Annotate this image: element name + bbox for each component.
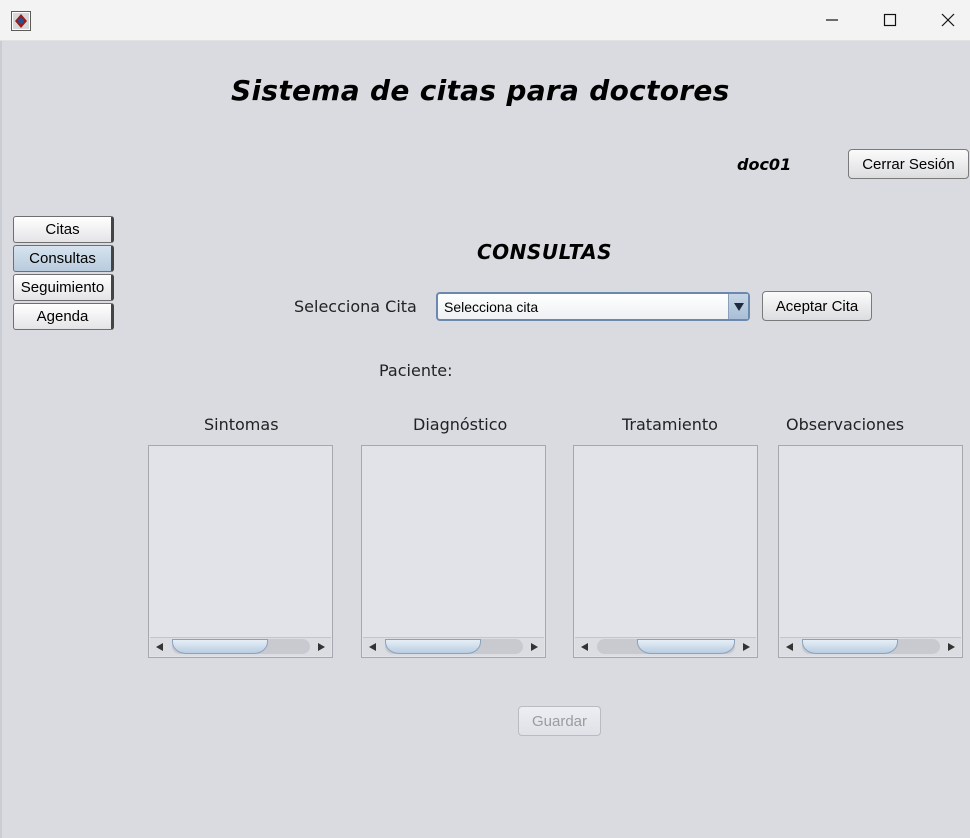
save-button[interactable]: Guardar [518,706,601,736]
observations-textarea[interactable] [778,445,963,658]
appointment-select-value: Selecciona cita [444,299,539,315]
sidebar-item-consultas[interactable]: Consultas [13,245,114,272]
diagnosis-horizontal-scrollbar[interactable] [363,637,544,656]
symptoms-label: Sintomas [204,415,279,434]
scrollbar-thumb[interactable] [637,639,735,654]
section-title: CONSULTAS [477,240,612,264]
symptoms-textarea[interactable] [148,445,333,658]
scroll-left-icon[interactable] [364,639,382,655]
close-button[interactable] [919,0,970,40]
observations-horizontal-scrollbar[interactable] [780,637,961,656]
scroll-right-icon[interactable] [525,639,543,655]
observations-label: Observaciones [786,415,905,434]
treatment-horizontal-scrollbar[interactable] [575,637,756,656]
scroll-right-icon[interactable] [737,639,755,655]
scroll-left-icon[interactable] [576,639,594,655]
treatment-textarea[interactable] [573,445,758,658]
minimize-button[interactable] [803,0,861,40]
sidebar-item-agenda[interactable]: Agenda [13,303,114,330]
java-app-icon [11,11,31,31]
window-titlebar [0,0,970,41]
maximize-button[interactable] [861,0,919,40]
scroll-right-icon[interactable] [942,639,960,655]
close-icon [941,13,955,27]
appointment-select[interactable]: Selecciona cita [436,292,750,321]
diagnosis-textarea[interactable] [361,445,546,658]
current-user-label: doc01 [737,155,792,174]
scrollbar-thumb[interactable] [385,639,481,654]
scroll-left-icon[interactable] [151,639,169,655]
scroll-right-icon[interactable] [312,639,330,655]
scrollbar-thumb[interactable] [802,639,898,654]
symptoms-horizontal-scrollbar[interactable] [150,637,331,656]
logout-button[interactable]: Cerrar Sesión [848,149,969,179]
maximize-icon [883,13,897,27]
diagnosis-label: Diagnóstico [413,415,508,434]
dropdown-arrow-icon[interactable] [728,294,748,319]
app-title: Sistema de citas para doctores [231,74,730,107]
minimize-icon [826,19,838,21]
sidebar-item-seguimiento[interactable]: Seguimiento [13,274,114,301]
app-content [2,41,970,836]
scrollbar-thumb[interactable] [172,639,268,654]
select-appointment-label: Selecciona Cita [294,297,417,316]
sidebar-item-citas[interactable]: Citas [13,216,114,243]
patient-label: Paciente: [379,361,453,380]
scroll-left-icon[interactable] [781,639,799,655]
treatment-label: Tratamiento [622,415,718,434]
accept-appointment-button[interactable]: Aceptar Cita [762,291,872,321]
